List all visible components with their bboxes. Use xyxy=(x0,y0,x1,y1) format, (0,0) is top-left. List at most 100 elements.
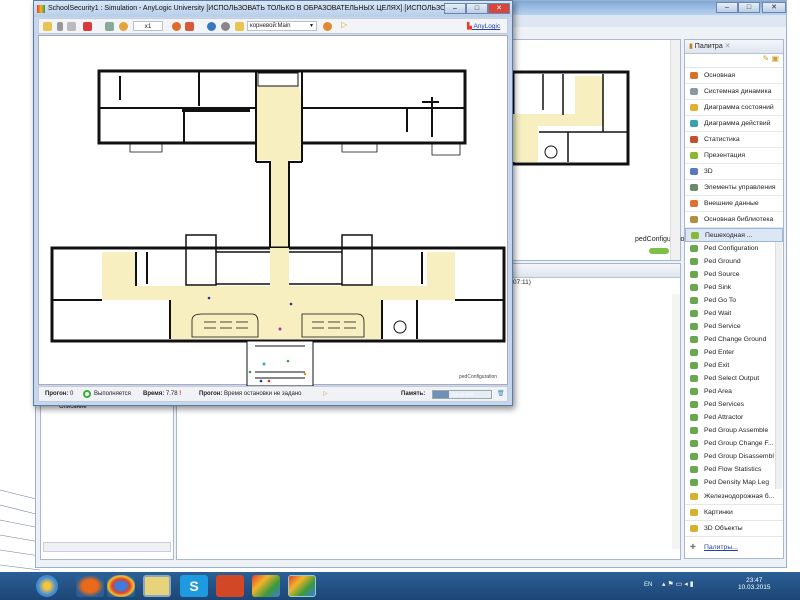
slower-icon[interactable] xyxy=(105,22,114,31)
properties-panel: Описание xyxy=(40,401,174,560)
clock[interactable]: 23:47 10.03.2015 xyxy=(738,577,771,591)
clock-time: 23:47 xyxy=(746,577,763,584)
ped-library-item[interactable]: Ped Sink xyxy=(685,281,783,294)
console-scrollbar[interactable] xyxy=(672,294,680,549)
palette-category[interactable]: Диаграмма действий xyxy=(685,116,783,132)
agent-select[interactable]: корневой:Main ▾ xyxy=(247,21,317,31)
pause-icon[interactable] xyxy=(43,22,52,31)
palette-category[interactable]: Диаграмма состояний xyxy=(685,100,783,116)
palette-category[interactable]: Внешние данные xyxy=(685,196,783,212)
ped-block-icon xyxy=(690,427,698,434)
step-icon[interactable] xyxy=(67,22,76,31)
ped-library-item[interactable]: Ped Area xyxy=(685,385,783,398)
palette-category[interactable]: Элементы управления xyxy=(685,180,783,196)
ped-library-item[interactable]: Ped Ground xyxy=(685,255,783,268)
ped-block-icon xyxy=(690,466,698,473)
ped-configuration-block[interactable] xyxy=(649,248,669,254)
ped-library-item[interactable]: Ped Flow Statistics xyxy=(685,463,783,476)
pedestrian-library-list: Ped Configuration Ped Ground Ped Source Ped… xyxy=(685,242,783,489)
anylogic-link[interactable]: ▙ AnyLogic xyxy=(467,22,500,30)
stop-icon[interactable] xyxy=(83,22,92,31)
ped-block-icon xyxy=(690,453,698,460)
category-label: Железнодорожная б... xyxy=(704,493,775,500)
palette-category[interactable]: Основная библиотека xyxy=(685,212,783,228)
record-icon[interactable] xyxy=(221,22,230,31)
simulation-title: SchoolSecurity1 : Simulation - AnyLogic … xyxy=(48,5,452,12)
ped-library-item[interactable]: Ped Select Output xyxy=(685,372,783,385)
developer-panel-icon[interactable]: ▷ xyxy=(341,20,350,29)
minimize-button[interactable]: – xyxy=(716,2,738,13)
palette-category[interactable]: Основная xyxy=(685,68,783,84)
maximize-button[interactable]: □ xyxy=(738,2,760,13)
ped-library-item[interactable]: Ped Service xyxy=(685,320,783,333)
palette-category[interactable]: 3D xyxy=(685,164,783,180)
palette-tab[interactable]: ▮ Палитра ✕ xyxy=(685,40,783,54)
skype-icon[interactable]: S xyxy=(180,575,208,597)
anylogic-taskbar-icon[interactable] xyxy=(252,575,280,597)
speed-field[interactable]: x1 xyxy=(133,21,163,31)
tray-icons[interactable]: ▴ ⚑ ▭ ◂ ▮ xyxy=(662,580,694,588)
sim-minimize-button[interactable]: – xyxy=(444,3,466,14)
palette-scrollbar[interactable] xyxy=(775,242,782,489)
category-label: Элементы управления xyxy=(704,184,776,191)
category-label: Диаграмма состояний xyxy=(704,104,774,111)
palettes-link-label: Палитры... xyxy=(704,544,738,551)
properties-horizontal-scrollbar[interactable] xyxy=(43,542,171,552)
category-label: Внешние данные xyxy=(704,200,759,207)
palette-category[interactable]: Картинки xyxy=(685,505,783,521)
sim-close-button[interactable]: ✕ xyxy=(488,3,510,14)
simulation-canvas[interactable]: pedConfiguration xyxy=(38,35,508,387)
console-time: 07:11) xyxy=(513,279,531,286)
palette-category-pedestrian[interactable]: Пешеходная ... xyxy=(685,228,783,242)
palette-category[interactable]: Статистика xyxy=(685,132,783,148)
warning-icon[interactable]: ! xyxy=(179,391,181,397)
ped-library-item[interactable]: Ped Source xyxy=(685,268,783,281)
ped-library-item[interactable]: Ped Attractor xyxy=(685,411,783,424)
chrome-icon[interactable] xyxy=(107,575,135,597)
ped-block-icon xyxy=(690,336,698,343)
close-button[interactable]: ✕ xyxy=(762,2,786,13)
faster-icon[interactable] xyxy=(172,22,181,31)
category-icon xyxy=(690,509,698,516)
language-indicator[interactable]: EN xyxy=(644,582,652,588)
palette-category[interactable]: Системная динамика xyxy=(685,84,783,100)
ped-block-icon xyxy=(690,362,698,369)
ped-library-item[interactable]: Ped Group Change F... xyxy=(685,437,783,450)
palettes-link[interactable]: ✚ Палитры... xyxy=(685,541,783,554)
ped-library-item[interactable]: Ped Group Assemble xyxy=(685,424,783,437)
ped-library-item[interactable]: Ped Exit xyxy=(685,359,783,372)
ped-item-label: Ped Area xyxy=(704,388,732,395)
category-icon xyxy=(690,493,698,500)
palette-category[interactable]: 3D Объекты xyxy=(685,521,783,537)
ped-library-item[interactable]: Ped Go To xyxy=(685,294,783,307)
palette-category[interactable]: Железнодорожная б... xyxy=(685,489,783,505)
start-button[interactable] xyxy=(36,575,58,597)
ped-library-item[interactable]: Ped Change Ground xyxy=(685,333,783,346)
palette-category[interactable]: Презентация xyxy=(685,148,783,164)
sim-maximize-button[interactable]: □ xyxy=(466,3,488,14)
editor-vertical-scrollbar[interactable] xyxy=(670,40,680,260)
navigate-icon[interactable] xyxy=(207,22,216,31)
ped-block-icon xyxy=(690,375,698,382)
ped-library-item[interactable]: Ped Density Map Leg xyxy=(685,476,783,489)
ped-library-item[interactable]: Ped Services xyxy=(685,398,783,411)
clock-icon[interactable] xyxy=(119,22,128,31)
real-time-icon[interactable] xyxy=(185,22,194,31)
ped-library-item[interactable]: Ped Group Disassembl xyxy=(685,450,783,463)
powerpoint-icon[interactable] xyxy=(216,575,244,597)
ped-item-label: Ped Sink xyxy=(704,284,732,291)
file-explorer-icon[interactable] xyxy=(143,575,171,597)
ped-block-icon xyxy=(690,388,698,395)
ped-library-item[interactable]: Ped Configuration xyxy=(685,242,783,255)
developer-icon[interactable]: ▷ xyxy=(323,387,328,402)
view-areas-icon[interactable] xyxy=(235,22,244,31)
garbage-collect-icon[interactable]: 🗑 xyxy=(497,387,505,402)
ped-item-label: Ped Group Change F... xyxy=(704,440,774,447)
ped-library-item[interactable]: Ped Enter xyxy=(685,346,783,359)
agent-locate-icon[interactable] xyxy=(323,22,332,31)
run-dropdown-icon[interactable] xyxy=(57,22,63,31)
ped-library-item[interactable]: Ped Wait xyxy=(685,307,783,320)
firefox-icon[interactable] xyxy=(76,575,104,597)
anylogic-simulation-taskbar-icon[interactable] xyxy=(288,575,316,597)
category-icon xyxy=(690,200,698,207)
